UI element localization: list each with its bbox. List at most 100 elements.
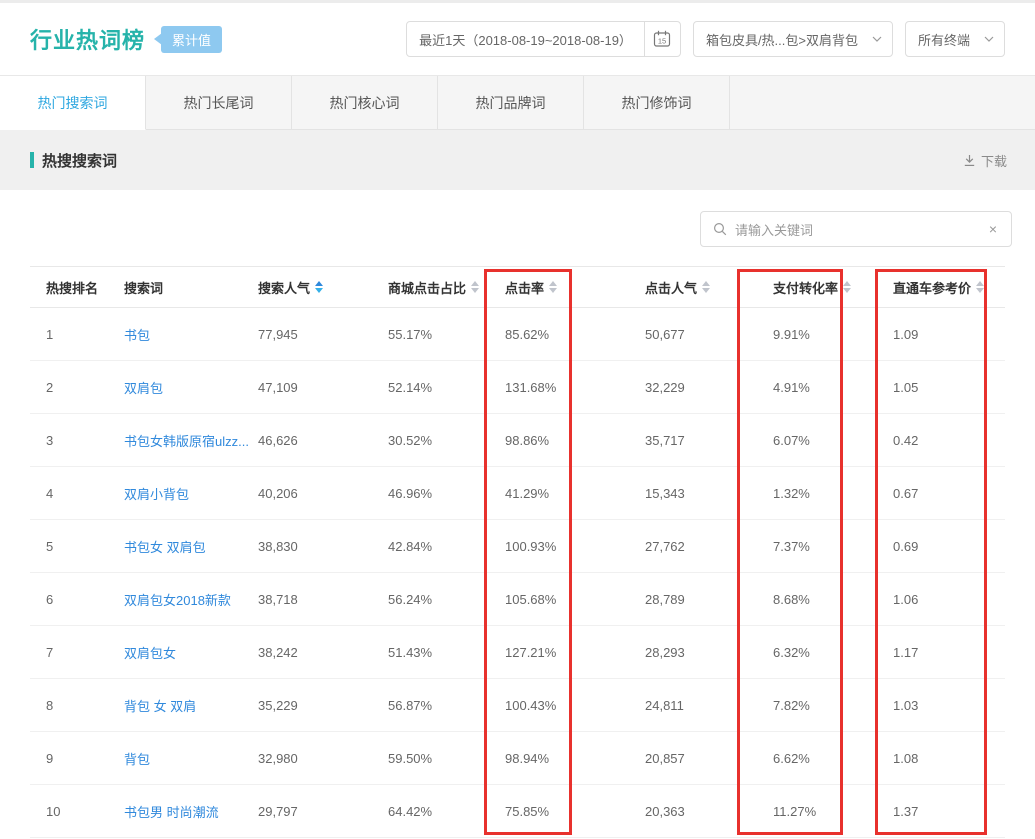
cell-rank: 7 xyxy=(30,645,124,660)
cell-search-popularity: 38,830 xyxy=(258,539,388,554)
cell-search-popularity: 38,718 xyxy=(258,592,388,607)
title-group: 行业热词榜 累计值 xyxy=(30,23,222,55)
cell-mall-click-share: 64.42% xyxy=(388,804,505,819)
cell-mall-click-share: 56.24% xyxy=(388,592,505,607)
keyword-link[interactable]: 背包 女 双肩 xyxy=(124,699,196,714)
keyword-link[interactable]: 背包 xyxy=(124,752,150,767)
table-row: 10书包男 时尚潮流 29,79764.42%75.85%20,36311.27%… xyxy=(30,785,1005,838)
tab-hot-search-words[interactable]: 热门搜索词 xyxy=(0,76,146,130)
cell-rank: 2 xyxy=(30,380,124,395)
cell-ctr: 100.43% xyxy=(505,698,645,713)
sort-icon[interactable] xyxy=(976,281,984,293)
sort-icon[interactable] xyxy=(471,281,479,293)
download-label: 下载 xyxy=(981,151,1007,170)
keyword-link[interactable]: 双肩包女2018新款 xyxy=(124,593,231,608)
keyword-link[interactable]: 书包男 时尚潮流 xyxy=(124,805,219,820)
sort-icon[interactable] xyxy=(702,281,710,293)
keyword-link[interactable]: 书包女 双肩包 xyxy=(124,540,206,555)
cell-pay-conversion: 6.62% xyxy=(773,751,893,766)
cell-rank: 3 xyxy=(30,433,124,448)
section-title: 热搜搜索词 xyxy=(42,150,117,171)
terminal-dropdown[interactable]: 所有终端 xyxy=(905,21,1005,57)
cell-search-popularity: 32,980 xyxy=(258,751,388,766)
tab-hot-longtail-words[interactable]: 热门长尾词 xyxy=(146,76,292,130)
column-header[interactable]: 点击率 xyxy=(505,278,645,297)
cell-click-popularity: 50,677 xyxy=(645,327,773,342)
cell-ctr: 131.68% xyxy=(505,380,645,395)
cell-pay-conversion: 6.32% xyxy=(773,645,893,660)
category-dropdown[interactable]: 箱包皮具/热...包>双肩背包 xyxy=(693,21,893,57)
cell-keyword: 书包女韩版原宿ulzz... xyxy=(124,431,258,450)
cell-mall-click-share: 56.87% xyxy=(388,698,505,713)
clear-search-icon[interactable]: × xyxy=(987,221,999,237)
cell-click-popularity: 32,229 xyxy=(645,380,773,395)
cell-search-popularity: 29,797 xyxy=(258,804,388,819)
column-header[interactable]: 点击人气 xyxy=(645,278,773,297)
column-header[interactable]: 商城点击占比 xyxy=(388,278,505,297)
cell-click-popularity: 28,789 xyxy=(645,592,773,607)
cell-click-popularity: 20,857 xyxy=(645,751,773,766)
date-range-picker[interactable]: 最近1天（2018-08-19~2018-08-19） 15 xyxy=(406,21,681,57)
cell-click-popularity: 28,293 xyxy=(645,645,773,660)
cell-mall-click-share: 59.50% xyxy=(388,751,505,766)
chevron-down-icon xyxy=(984,36,994,42)
cell-keyword: 双肩包女2018新款 xyxy=(124,590,258,609)
cell-search-popularity: 40,206 xyxy=(258,486,388,501)
svg-text:15: 15 xyxy=(658,37,666,46)
cell-ctr: 75.85% xyxy=(505,804,645,819)
table-row: 7双肩包女38,24251.43%127.21%28,2936.32%1.17 xyxy=(30,626,1005,679)
tab-hot-modifier-words[interactable]: 热门修饰词 xyxy=(584,76,730,130)
tab-hot-brand-words[interactable]: 热门品牌词 xyxy=(438,76,584,130)
cell-click-popularity: 35,717 xyxy=(645,433,773,448)
keyword-link[interactable]: 双肩包 xyxy=(124,381,163,396)
column-header[interactable]: 搜索人气 xyxy=(258,278,388,297)
terminal-label: 所有终端 xyxy=(906,30,982,49)
cell-ctr: 85.62% xyxy=(505,327,645,342)
section-accent-bar xyxy=(30,152,34,168)
table-row: 2双肩包47,10952.14%131.68%32,2294.91%1.05 xyxy=(30,361,1005,414)
cell-rank: 9 xyxy=(30,751,124,766)
column-header: 热搜排名 xyxy=(30,278,124,297)
cell-rank: 5 xyxy=(30,539,124,554)
cell-keyword: 书包 xyxy=(124,325,258,344)
column-header-label: 商城点击占比 xyxy=(388,278,466,297)
cumulative-value-badge: 累计值 xyxy=(161,26,222,53)
column-header-label: 直通车参考价 xyxy=(893,278,971,297)
column-header-label: 点击率 xyxy=(505,278,544,297)
hot-words-table: 热搜排名搜索词搜索人气商城点击占比点击率点击人气支付转化率直通车参考价 1书包7… xyxy=(30,266,1005,838)
cell-click-popularity: 15,343 xyxy=(645,486,773,501)
keyword-link[interactable]: 双肩包女 xyxy=(124,646,176,661)
cell-ztc-price: 1.05 xyxy=(893,380,1005,395)
header-controls: 最近1天（2018-08-19~2018-08-19） 15 箱包皮具/热...… xyxy=(406,21,1005,57)
chevron-down-icon xyxy=(872,36,882,42)
sort-icon[interactable] xyxy=(843,281,851,293)
cell-ztc-price: 1.09 xyxy=(893,327,1005,342)
table-row: 9背包32,98059.50%98.94%20,8576.62%1.08 xyxy=(30,732,1005,785)
cell-rank: 10 xyxy=(30,804,124,819)
cell-keyword: 双肩包 xyxy=(124,378,258,397)
column-header-label: 点击人气 xyxy=(645,278,697,297)
download-icon xyxy=(963,154,976,167)
tab-hot-core-words[interactable]: 热门核心词 xyxy=(292,76,438,130)
cell-click-popularity: 20,363 xyxy=(645,804,773,819)
column-header[interactable]: 支付转化率 xyxy=(773,278,893,297)
category-label: 箱包皮具/热...包>双肩背包 xyxy=(694,30,870,49)
column-header[interactable]: 直通车参考价 xyxy=(893,278,1005,297)
keyword-link[interactable]: 双肩小背包 xyxy=(124,487,189,502)
keyword-link[interactable]: 书包女韩版原宿ulzz... xyxy=(124,434,249,449)
cell-ztc-price: 0.69 xyxy=(893,539,1005,554)
cell-ztc-price: 1.06 xyxy=(893,592,1005,607)
search-icon xyxy=(713,222,727,236)
cell-mall-click-share: 42.84% xyxy=(388,539,505,554)
keyword-search-input[interactable]: 请输入关键词 × xyxy=(700,211,1012,247)
cell-search-popularity: 46,626 xyxy=(258,433,388,448)
cell-ctr: 98.94% xyxy=(505,751,645,766)
table-body: 1书包77,94555.17%85.62%50,6779.91%1.092双肩包… xyxy=(30,308,1005,838)
sort-icon[interactable] xyxy=(315,281,323,293)
calendar-icon[interactable]: 15 xyxy=(644,22,680,56)
cell-pay-conversion: 4.91% xyxy=(773,380,893,395)
download-button[interactable]: 下载 xyxy=(963,151,1007,170)
sort-icon[interactable] xyxy=(549,281,557,293)
keyword-link[interactable]: 书包 xyxy=(124,328,150,343)
cell-pay-conversion: 11.27% xyxy=(773,804,893,819)
